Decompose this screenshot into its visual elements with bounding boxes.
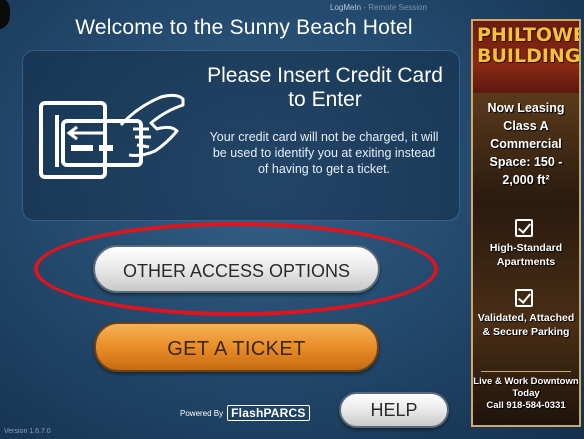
other-access-options-button[interactable]: OTHER ACCESS OPTIONS — [93, 245, 380, 293]
ad-brand-line2: BUILDING — [477, 45, 581, 67]
philtower-advertisement[interactable]: PHILTOWER BUILDING Now Leasing Class A C… — [471, 19, 581, 427]
remote-session-name: LogMeIn — [330, 3, 362, 12]
ad-feature-apartments: High-Standard Apartments — [489, 242, 563, 268]
corner-decoration — [0, 0, 10, 30]
help-button[interactable]: HELP — [339, 392, 449, 428]
insert-card-description: Your credit card will not be charged, it… — [209, 130, 439, 176]
powered-by-badge: Powered By FlashPARCS — [180, 404, 310, 422]
powered-by-label: Powered By — [180, 408, 224, 418]
version-label: Version 1.6.7.0 — [4, 428, 51, 435]
remote-session-label: LogMeIn - Remote Session — [330, 3, 427, 12]
get-ticket-button[interactable]: GET A TICKET — [94, 322, 379, 372]
ad-brand-line1: PHILTOWER — [477, 24, 579, 46]
ad-feature-parking: Validated, Attached & Secure Parking — [477, 312, 575, 338]
ad-brand-name: PHILTOWER BUILDING — [477, 24, 581, 67]
checkbox-icon — [515, 219, 533, 237]
welcome-title: Welcome to the Sunny Beach Hotel — [75, 16, 413, 39]
checkbox-icon — [515, 289, 533, 307]
insert-card-panel: Please Insert Credit Card to Enter Your … — [22, 50, 460, 221]
card-insert-icon — [39, 93, 185, 179]
insert-card-title: Please Insert Credit Card to Enter — [207, 64, 443, 111]
ad-divider — [481, 371, 571, 372]
ad-footer: Live & Work Downtown Today Call 918-584-… — [473, 376, 579, 412]
ad-leasing-text: Now Leasing Class A Commercial Space: 15… — [487, 101, 565, 187]
flashparcs-logo: FlashPARCS — [227, 405, 310, 421]
ad-phone: Call 918-584-0331 — [486, 400, 566, 411]
ad-tagline: Live & Work Downtown Today — [473, 376, 579, 399]
kiosk-screen: LogMeIn - Remote Session Welcome to the … — [0, 0, 584, 439]
remote-session-sub: - Remote Session — [363, 3, 427, 12]
